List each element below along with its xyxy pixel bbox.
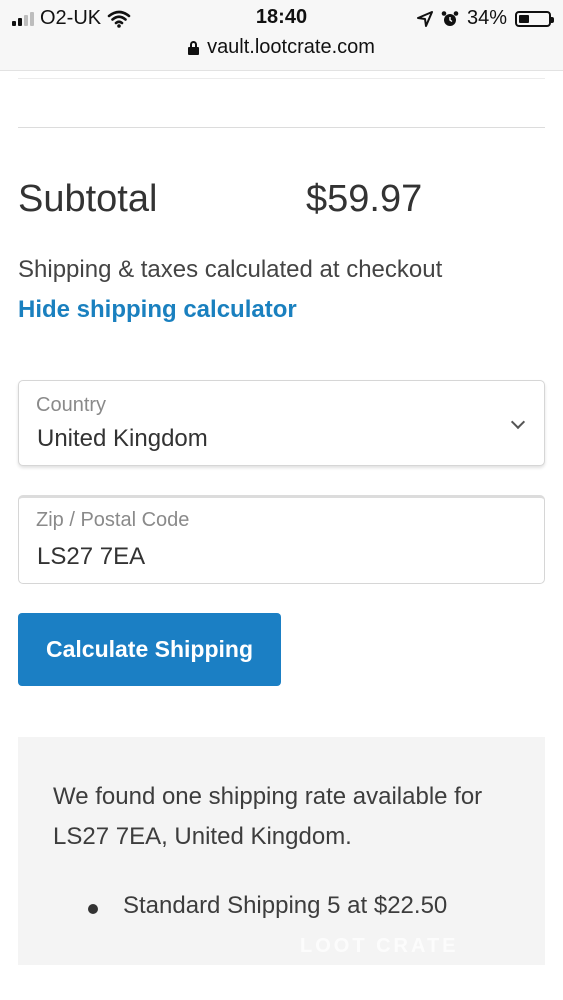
lock-icon	[188, 40, 200, 55]
subtotal-label: Subtotal	[18, 178, 158, 220]
cart-divider	[18, 127, 545, 128]
shipping-taxes-note: Shipping & taxes calculated at checkout	[18, 256, 443, 283]
url-text: vault.lootcrate.com	[207, 36, 375, 58]
location-arrow-icon	[416, 10, 433, 27]
shipping-rates-box: We found one shipping rate available for…	[18, 737, 545, 965]
bullet-icon	[88, 904, 98, 914]
battery-percentage: 34%	[466, 7, 507, 29]
status-right: 34%	[416, 7, 554, 30]
battery-icon	[515, 10, 554, 27]
battery-level-fill	[519, 14, 529, 23]
alarm-clock-icon	[441, 10, 459, 26]
postal-code-label: Zip / Postal Code	[36, 509, 190, 531]
subtotal-value: $59.97	[306, 178, 423, 220]
chevron-down-icon	[510, 414, 526, 430]
previous-section-edge	[18, 70, 545, 79]
country-select[interactable]: Country United Kingdom	[18, 380, 545, 466]
status-bar: O2-UK 18:40 34%	[0, 0, 563, 36]
shipping-rate-text: Standard Shipping 5 at $22.50	[123, 892, 448, 919]
browser-url-bar[interactable]: vault.lootcrate.com	[0, 34, 563, 71]
postal-code-field[interactable]: Zip / Postal Code LS27 7EA	[18, 495, 545, 584]
list-item: Standard Shipping 5 at $22.50	[88, 892, 447, 920]
country-value: United Kingdom	[37, 425, 208, 452]
watermark-logo: LOOT CRATE	[300, 935, 459, 957]
postal-code-value: LS27 7EA	[37, 543, 146, 570]
shipping-rates-message: We found one shipping rate available for…	[53, 783, 483, 850]
country-label: Country	[36, 394, 107, 416]
calculate-shipping-button[interactable]: Calculate Shipping	[18, 613, 281, 686]
shipping-rate-list: Standard Shipping 5 at $22.50	[88, 892, 447, 920]
hide-shipping-calculator-link[interactable]: Hide shipping calculator	[18, 296, 297, 324]
